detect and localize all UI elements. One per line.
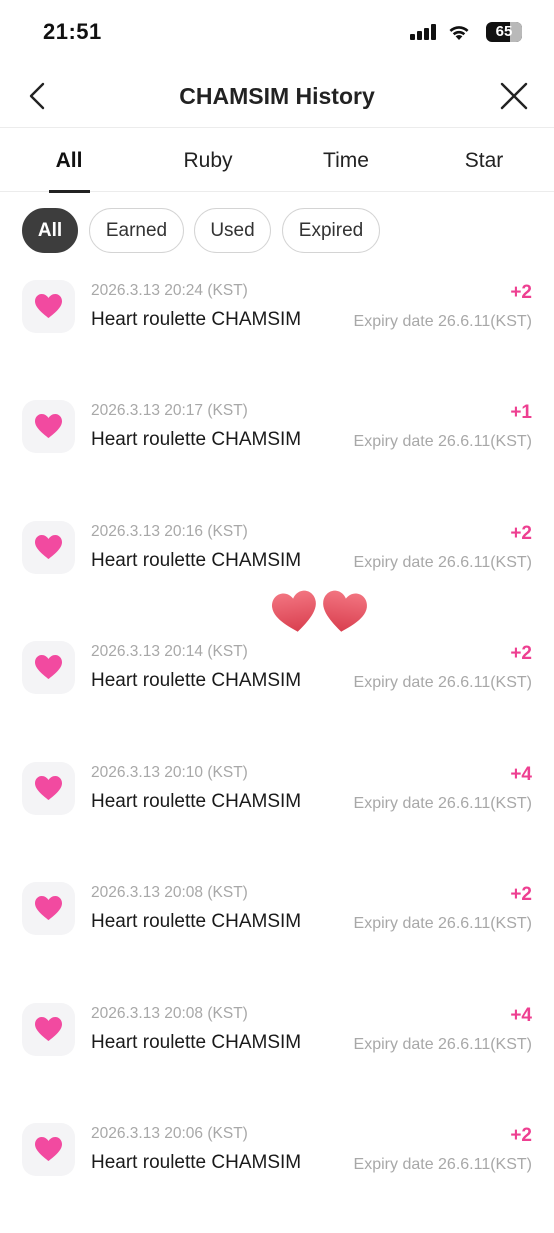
status-bar: 21:51 65 [0,0,554,66]
heart-icon [35,896,62,920]
tab-label: Star [464,149,504,172]
item-icon-box [22,762,75,815]
item-title: Heart roulette CHAMSIM [91,550,302,571]
item-expiry: Expiry date 26.6.11(KST) [353,674,532,691]
item-amount: +2 [510,643,532,664]
item-expiry: Expiry date 26.6.11(KST) [353,433,532,450]
double-heart-sticker [272,590,367,632]
list-item[interactable]: 2026.3.13 20:08 (KST) Heart roulette CHA… [0,993,554,1113]
heart-icon [35,1017,62,1041]
item-expiry: Expiry date 26.6.11(KST) [353,1156,532,1173]
item-amount: +2 [510,282,532,303]
item-amount: +2 [510,523,532,544]
close-icon [500,82,528,110]
status-indicators: 65 [388,22,528,44]
heart-icon [35,294,62,318]
cellular-signal-icon [410,24,436,40]
heart-icon [35,1137,62,1161]
item-date: 2026.3.13 20:06 (KST) [91,1125,248,1142]
tab-ruby[interactable]: Ruby [139,129,277,192]
tab-label: Ruby [183,149,233,172]
item-expiry: Expiry date 26.6.11(KST) [353,915,532,932]
heart-icon [35,414,62,438]
battery-percent: 65 [495,23,513,40]
tab-star[interactable]: Star [415,129,553,192]
item-date: 2026.3.13 20:17 (KST) [91,402,248,419]
tab-time[interactable]: Time [277,129,415,192]
item-amount: +4 [510,1005,532,1026]
item-expiry: Expiry date 26.6.11(KST) [353,1036,532,1053]
list-item[interactable]: 2026.3.13 20:17 (KST) Heart roulette CHA… [0,390,554,510]
item-date: 2026.3.13 20:10 (KST) [91,764,248,781]
item-amount: +1 [510,402,532,423]
list-item[interactable]: 2026.3.13 20:10 (KST) Heart roulette CHA… [0,752,554,872]
item-title: Heart roulette CHAMSIM [91,791,302,812]
item-icon-box [22,1003,75,1056]
list-item[interactable]: 2026.3.13 20:08 (KST) Heart roulette CHA… [0,872,554,992]
item-title: Heart roulette CHAMSIM [91,1032,302,1053]
item-date: 2026.3.13 20:08 (KST) [91,884,248,901]
item-icon-box [22,280,75,333]
item-icon-box [22,400,75,453]
item-date: 2026.3.13 20:16 (KST) [91,523,248,540]
item-icon-box [22,882,75,935]
item-title: Heart roulette CHAMSIM [91,670,302,691]
item-title: Heart roulette CHAMSIM [91,309,302,330]
filter-chip-used[interactable]: Used [194,208,271,253]
category-tabs: All Ruby Time Star [0,129,554,193]
list-item[interactable]: 2026.3.13 20:24 (KST) Heart roulette CHA… [0,270,554,390]
battery-icon: 65 [486,22,522,42]
item-expiry: Expiry date 26.6.11(KST) [353,554,532,571]
item-amount: +2 [510,1125,532,1146]
item-expiry: Expiry date 26.6.11(KST) [353,795,532,812]
filter-chip-all[interactable]: All [22,208,78,253]
close-button[interactable] [496,78,532,114]
status-time: 21:51 [43,19,102,44]
filter-chip-expired[interactable]: Expired [282,208,380,253]
page-title: CHAMSIM History [179,83,375,109]
filter-chip-earned[interactable]: Earned [89,208,184,253]
tab-label: Time [323,149,369,172]
tab-label: All [55,149,83,172]
item-expiry: Expiry date 26.6.11(KST) [353,313,532,330]
item-icon-box [22,521,75,574]
item-date: 2026.3.13 20:14 (KST) [91,643,248,660]
list-item[interactable]: 2026.3.13 20:06 (KST) Heart roulette CHA… [0,1113,554,1233]
item-title: Heart roulette CHAMSIM [91,429,302,450]
heart-icon [35,776,62,800]
item-amount: +2 [510,884,532,905]
item-date: 2026.3.13 20:24 (KST) [91,282,248,299]
list-item[interactable]: 2026.3.13 20:14 (KST) Heart roulette CHA… [0,631,554,751]
app-header: CHAMSIM History [0,66,554,128]
heart-icon [35,535,62,559]
item-date: 2026.3.13 20:08 (KST) [91,1005,248,1022]
tab-all[interactable]: All [0,129,138,193]
tab-active-indicator [49,190,90,193]
item-title: Heart roulette CHAMSIM [91,911,302,932]
heart-icon [35,655,62,679]
item-title: Heart roulette CHAMSIM [91,1152,302,1173]
item-amount: +4 [510,764,532,785]
item-icon-box [22,1123,75,1176]
item-icon-box [22,641,75,694]
wifi-icon [449,26,469,40]
